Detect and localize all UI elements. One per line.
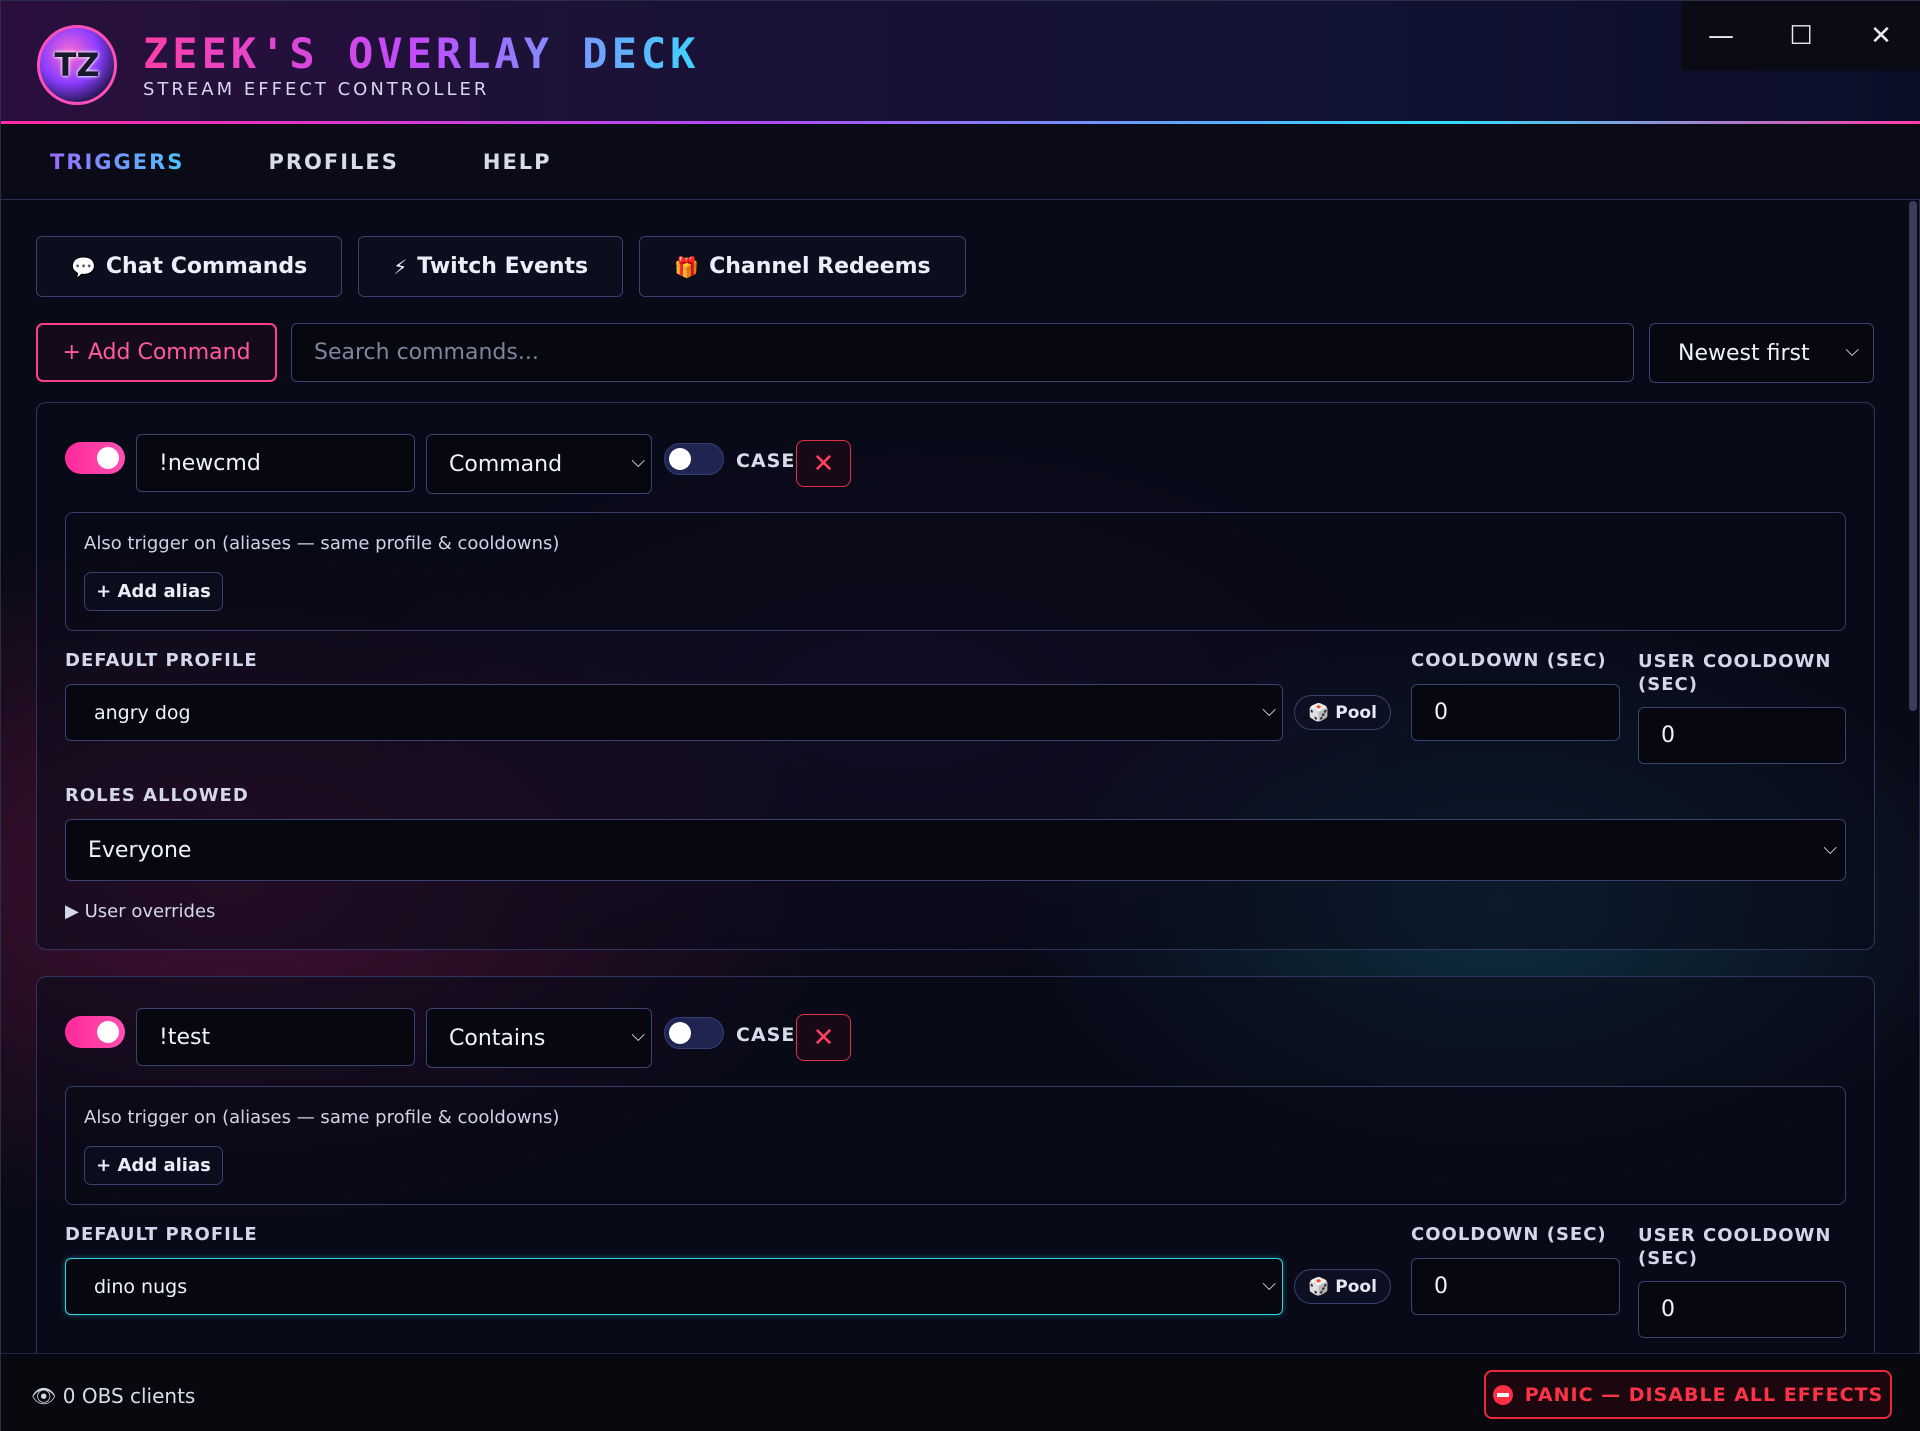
tab-help[interactable]: HELP — [483, 150, 552, 174]
pool-button[interactable]: 🎲 Pool — [1294, 1269, 1391, 1304]
chevron-down-icon: ⌵ — [1823, 838, 1837, 859]
close-icon: ✕ — [812, 1022, 835, 1053]
tab-twitch-events[interactable]: ⚡ Twitch Events — [358, 236, 624, 297]
dice-icon: 🎲 — [1308, 702, 1330, 723]
speech-bubble-icon: 💬 — [71, 254, 96, 279]
dice-icon: 🎲 — [1308, 1276, 1330, 1297]
chevron-down-icon: ⌵ — [1262, 1274, 1276, 1295]
alias-box: Also trigger on (aliases — same profile … — [65, 512, 1846, 631]
lightning-icon: ⚡ — [393, 254, 408, 279]
match-type-value: Contains — [449, 1025, 546, 1051]
main-nav: TRIGGERS PROFILES HELP — [1, 124, 1920, 200]
match-type-select[interactable]: Command ⌵ — [426, 434, 652, 494]
maximize-button[interactable]: ☐ — [1761, 1, 1841, 71]
status-footer: 👁 0 OBS clients PANIC — DISABLE ALL EFFE… — [1, 1353, 1920, 1431]
close-icon: ✕ — [812, 448, 835, 479]
tab-channel-redeems[interactable]: 🎁 Channel Redeems — [639, 236, 966, 297]
app-header: TZ ZEEK'S OVERLAY DECK STREAM EFFECT CON… — [1, 1, 1920, 123]
cooldown-label: COOLDOWN (SEC) — [1411, 1224, 1607, 1245]
case-label: CASE — [736, 1024, 796, 1046]
chevron-down-icon: ⌵ — [631, 451, 645, 472]
sort-value: Newest first — [1678, 340, 1810, 366]
alias-label: Also trigger on (aliases — same profile … — [84, 1107, 560, 1128]
content-scrollbar[interactable] — [1907, 201, 1917, 1353]
minimize-button[interactable]: — — [1681, 1, 1761, 71]
command-card: !newcmd Command ⌵ CASE ✕ Also trigger on… — [36, 402, 1875, 950]
obs-status: 👁 0 OBS clients — [31, 1384, 196, 1408]
roles-value: Everyone — [88, 837, 192, 863]
tab-label: Chat Commands — [105, 254, 308, 279]
case-toggle[interactable] — [664, 443, 724, 475]
user-cooldown-label: USER COOLDOWN (SEC) — [1638, 1225, 1832, 1269]
add-command-button[interactable]: + Add Command — [36, 323, 277, 382]
user-cooldown-input[interactable]: 0 — [1638, 707, 1846, 764]
enabled-toggle[interactable] — [65, 1016, 125, 1048]
chevron-down-icon: ⌵ — [1845, 340, 1859, 361]
sort-select[interactable]: Newest first ⌵ — [1649, 323, 1874, 383]
search-input[interactable] — [291, 323, 1634, 382]
chevron-down-icon: ⌵ — [1262, 700, 1276, 721]
default-profile-value: dino nugs — [94, 1275, 188, 1298]
add-alias-button[interactable]: + Add alias — [84, 572, 223, 611]
user-overrides-toggle[interactable]: ▶ User overrides — [65, 901, 215, 922]
tab-triggers[interactable]: TRIGGERS — [50, 150, 184, 174]
scrollbar-thumb[interactable] — [1909, 201, 1917, 711]
panic-button[interactable]: PANIC — DISABLE ALL EFFECTS — [1484, 1370, 1892, 1419]
roles-label: ROLES ALLOWED — [65, 785, 249, 806]
tab-profiles[interactable]: PROFILES — [268, 150, 398, 174]
pool-button[interactable]: 🎲 Pool — [1294, 695, 1391, 730]
trigger-input[interactable]: !test — [136, 1008, 415, 1066]
trigger-value: !newcmd — [159, 450, 261, 476]
case-label: CASE — [736, 450, 796, 472]
add-alias-button[interactable]: + Add alias — [84, 1146, 223, 1185]
cooldown-input[interactable]: 0 — [1411, 684, 1620, 741]
default-profile-select[interactable]: dino nugs ⌵ — [65, 1258, 1283, 1315]
trigger-input[interactable]: !newcmd — [136, 434, 415, 492]
app-logo: TZ — [37, 25, 117, 105]
default-profile-select[interactable]: angry dog ⌵ — [65, 684, 1283, 741]
app-title: ZEEK'S OVERLAY DECK — [143, 29, 700, 78]
triggers-content: 💬 Chat Commands ⚡ Twitch Events 🎁 Channe… — [1, 201, 1907, 1353]
gift-icon: 🎁 — [674, 254, 700, 279]
command-toolbar: + Add Command Newest first ⌵ — [36, 323, 1874, 383]
alias-box: Also trigger on (aliases — same profile … — [65, 1086, 1846, 1205]
close-button[interactable]: ✕ — [1841, 1, 1920, 71]
alias-label: Also trigger on (aliases — same profile … — [84, 533, 560, 554]
default-profile-label: DEFAULT PROFILE — [65, 1224, 258, 1245]
tab-label: Twitch Events — [417, 254, 589, 279]
tab-label: Channel Redeems — [709, 254, 931, 279]
tab-chat-commands[interactable]: 💬 Chat Commands — [36, 236, 343, 297]
delete-button[interactable]: ✕ — [796, 1014, 851, 1061]
cooldown-input[interactable]: 0 — [1411, 1258, 1620, 1315]
trigger-value: !test — [159, 1024, 211, 1050]
app-subtitle: STREAM EFFECT CONTROLLER — [143, 79, 490, 100]
default-profile-label: DEFAULT PROFILE — [65, 650, 258, 671]
match-type-select[interactable]: Contains ⌵ — [426, 1008, 652, 1068]
window-controls: — ☐ ✕ — [1681, 1, 1920, 71]
delete-button[interactable]: ✕ — [796, 440, 851, 487]
chevron-down-icon: ⌵ — [631, 1025, 645, 1046]
stop-icon — [1492, 1384, 1513, 1405]
category-tabs: 💬 Chat Commands ⚡ Twitch Events 🎁 Channe… — [36, 236, 982, 297]
eye-icon: 👁 — [31, 1384, 57, 1408]
match-type-value: Command — [449, 451, 563, 477]
user-cooldown-input[interactable]: 0 — [1638, 1281, 1846, 1338]
case-toggle[interactable] — [664, 1017, 724, 1049]
command-card: !test Contains ⌵ CASE ✕ Also trigger on … — [36, 976, 1875, 1353]
app-window: TZ ZEEK'S OVERLAY DECK STREAM EFFECT CON… — [0, 0, 1920, 1431]
default-profile-value: angry dog — [94, 701, 191, 724]
roles-select[interactable]: Everyone ⌵ — [65, 819, 1846, 881]
cooldown-label: COOLDOWN (SEC) — [1411, 650, 1607, 671]
user-cooldown-label: USER COOLDOWN (SEC) — [1638, 651, 1832, 695]
enabled-toggle[interactable] — [65, 442, 125, 474]
